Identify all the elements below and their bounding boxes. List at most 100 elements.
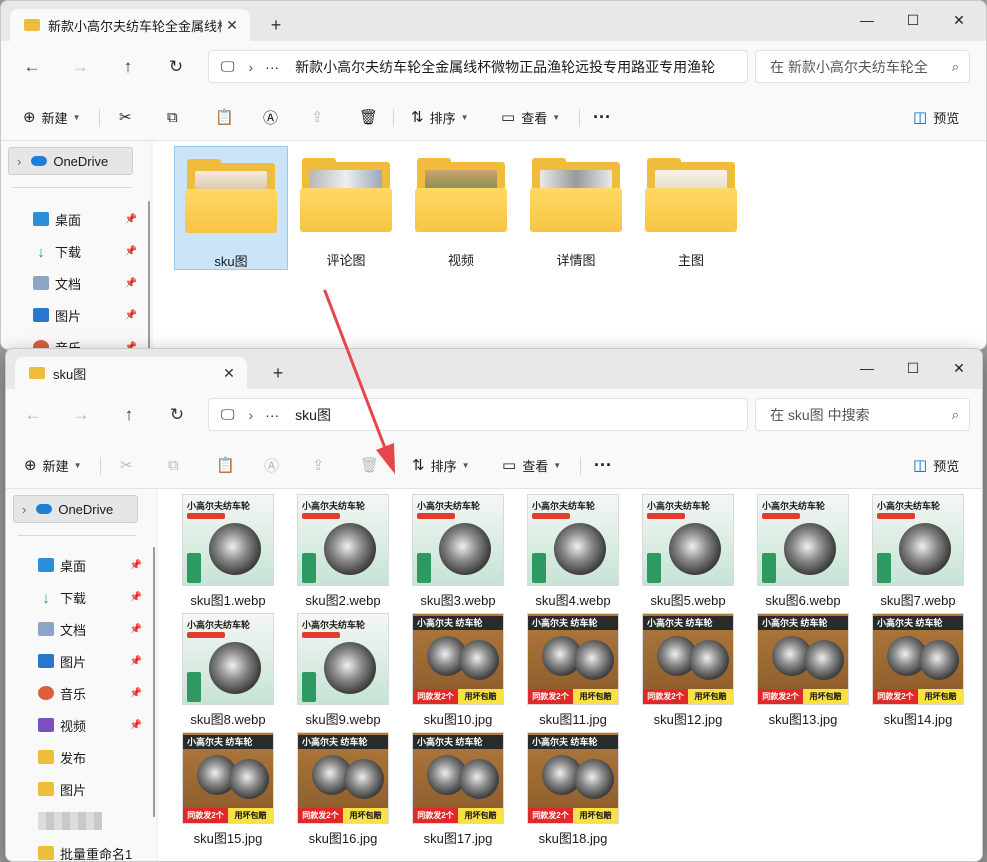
close-tab-icon[interactable]: ✕ <box>219 365 239 382</box>
sidebar-item-videos[interactable]: 视频 📌 <box>38 712 148 738</box>
back-button[interactable]: ← <box>19 55 45 79</box>
address-bar[interactable]: 🖵 › ··· sku图 <box>208 398 748 431</box>
sidebar-item-downloads[interactable]: ↓ 下载 📌 <box>33 238 143 264</box>
forward-button[interactable]: → <box>68 403 94 427</box>
new-tab-button[interactable]: + <box>268 363 288 384</box>
tab-bar: 新款小高尔夫纺车轮全金属线杯 ✕ + — ☐ ✕ <box>1 1 986 41</box>
sidebar-item-desktop[interactable]: 桌面 📌 <box>38 552 148 578</box>
promo-left: 同款发2个 <box>413 689 458 704</box>
file-item[interactable]: 小高尔夫纺车轮 sku图5.webp <box>633 494 743 609</box>
sidebar-item-pictures[interactable]: 图片 📌 <box>33 302 143 328</box>
new-tab-button[interactable]: + <box>266 15 286 36</box>
file-name: sku图16.jpg <box>308 831 378 846</box>
promo-right: 用坏包赔 <box>458 808 503 823</box>
video-icon <box>38 718 54 732</box>
minimize-button[interactable]: — <box>844 9 890 33</box>
paste-button[interactable]: 📋 <box>216 453 241 477</box>
sidebar-item-pictures-folder[interactable]: 图片 <box>38 776 148 802</box>
file-item[interactable]: 小高尔夫 纺车轮 同款发2个 用坏包赔 sku图15.jpg <box>173 732 283 847</box>
file-item[interactable]: 小高尔夫纺车轮 sku图3.webp <box>403 494 513 609</box>
maximize-button[interactable]: ☐ <box>890 357 936 381</box>
close-window-button[interactable]: ✕ <box>936 357 982 381</box>
new-button[interactable]: ⊕ 新建 ▼ <box>23 105 81 129</box>
file-item[interactable]: 小高尔夫 纺车轮 同款发2个 用坏包赔 sku图12.jpg <box>633 613 743 728</box>
file-item[interactable]: 小高尔夫纺车轮 sku图2.webp <box>288 494 398 609</box>
delete-button[interactable]: 🗑 <box>360 453 385 477</box>
share-button[interactable]: ⇪ <box>312 453 331 477</box>
cut-button[interactable]: ✂ <box>120 453 139 477</box>
file-item[interactable]: 小高尔夫纺车轮 sku图6.webp <box>748 494 858 609</box>
file-item[interactable]: 小高尔夫纺车轮 sku图9.webp <box>288 613 398 728</box>
search-box[interactable]: 在 新款小高尔夫纺车轮全 ⌕ <box>755 50 970 83</box>
new-button[interactable]: ⊕ 新建 ▼ <box>24 453 82 477</box>
more-options-button[interactable]: ··· <box>593 105 611 129</box>
up-button[interactable]: ↑ <box>115 55 141 79</box>
folder-icon <box>185 159 277 233</box>
sidebar-item-publish[interactable]: 发布 <box>38 744 148 770</box>
more-path-icon[interactable]: ··· <box>265 59 279 75</box>
more-path-icon[interactable]: ··· <box>265 407 279 423</box>
refresh-button[interactable]: ↻ <box>164 403 190 427</box>
file-item[interactable]: 小高尔夫纺车轮 sku图1.webp <box>173 494 283 609</box>
file-item[interactable]: 小高尔夫 纺车轮 同款发2个 用坏包赔 sku图16.jpg <box>288 732 398 847</box>
refresh-button[interactable]: ↻ <box>163 55 189 79</box>
rename-button[interactable]: Ⓐ <box>264 453 285 477</box>
file-item[interactable]: 小高尔夫纺车轮 sku图4.webp <box>518 494 628 609</box>
sidebar-item-pictures[interactable]: 图片 📌 <box>38 648 148 674</box>
more-options-button[interactable]: ··· <box>594 453 612 477</box>
file-item[interactable]: 小高尔夫 纺车轮 同款发2个 用坏包赔 sku图18.jpg <box>518 732 628 847</box>
file-item[interactable]: 小高尔夫 纺车轮 同款发2个 用坏包赔 sku图11.jpg <box>518 613 628 728</box>
badge <box>187 513 225 519</box>
up-button[interactable]: ↑ <box>116 403 142 427</box>
delete-button[interactable]: 🗑 <box>359 105 384 129</box>
minimize-button[interactable]: — <box>844 357 890 381</box>
folder-item[interactable]: 详情图 <box>519 146 633 270</box>
file-item[interactable]: 小高尔夫纺车轮 sku图7.webp <box>863 494 973 609</box>
sidebar-item-batch-rename[interactable]: 批量重命名1 <box>38 840 148 861</box>
file-item[interactable]: 小高尔夫 纺车轮 同款发2个 用坏包赔 sku图13.jpg <box>748 613 858 728</box>
file-item[interactable]: 小高尔夫纺车轮 sku图8.webp <box>173 613 283 728</box>
folder-icon <box>645 158 737 232</box>
sidebar-item-onedrive[interactable]: › OneDrive <box>8 147 133 175</box>
sidebar-item-downloads[interactable]: ↓ 下载 📌 <box>38 584 148 610</box>
cut-button[interactable]: ✂ <box>119 105 138 129</box>
folder-item[interactable]: 主图 <box>634 146 748 270</box>
view-button[interactable]: ▭ 查看 ▼ <box>501 105 560 129</box>
paste-button[interactable]: 📋 <box>215 105 240 129</box>
copy-button[interactable]: ⧉ <box>168 453 185 477</box>
copy-button[interactable]: ⧉ <box>167 105 184 129</box>
sidebar-item-documents[interactable]: 文档 📌 <box>38 616 148 642</box>
file-item[interactable]: 小高尔夫 纺车轮 同款发2个 用坏包赔 sku图14.jpg <box>863 613 973 728</box>
sidebar-item-desktop[interactable]: 桌面 📌 <box>33 206 143 232</box>
file-item[interactable]: 小高尔夫 纺车轮 同款发2个 用坏包赔 sku图10.jpg <box>403 613 513 728</box>
forward-button[interactable]: → <box>67 55 93 79</box>
tag-badge <box>302 672 316 702</box>
folder-item[interactable]: 视频 <box>404 146 518 270</box>
sort-button[interactable]: ⇅ 排序 ▼ <box>411 105 469 129</box>
file-name: sku图6.webp <box>765 593 841 608</box>
close-tab-icon[interactable]: ✕ <box>222 17 242 34</box>
preview-button[interactable]: ◫ 预览 <box>913 453 959 477</box>
folder-item[interactable]: sku图 <box>174 146 288 270</box>
preview-button[interactable]: ◫ 预览 <box>913 105 959 129</box>
share-button[interactable]: ⇪ <box>311 105 330 129</box>
tab-sku-folder[interactable]: sku图 ✕ <box>15 357 247 389</box>
folder-item[interactable]: 评论图 <box>289 146 403 270</box>
sidebar-item-music[interactable]: 音乐 📌 <box>38 680 148 706</box>
pin-icon: 📌 <box>129 719 142 731</box>
file-item[interactable]: 小高尔夫 纺车轮 同款发2个 用坏包赔 sku图17.jpg <box>403 732 513 847</box>
sidebar-item-documents[interactable]: 文档 📌 <box>33 270 143 296</box>
view-button[interactable]: ▭ 查看 ▼ <box>502 453 561 477</box>
tab-parent-folder[interactable]: 新款小高尔夫纺车轮全金属线杯 ✕ <box>10 9 250 41</box>
maximize-button[interactable]: ☐ <box>890 9 936 33</box>
sidebar-scrollbar[interactable] <box>148 201 150 349</box>
rename-button[interactable]: Ⓐ <box>263 105 284 129</box>
search-box[interactable]: 在 sku图 中搜索 ⌕ <box>755 398 970 431</box>
sidebar-item-onedrive[interactable]: › OneDrive <box>13 495 138 523</box>
back-button[interactable]: ← <box>20 403 46 427</box>
sidebar-scrollbar[interactable] <box>153 547 155 817</box>
close-window-button[interactable]: ✕ <box>936 9 982 33</box>
sidebar-item-blurred[interactable] <box>38 808 148 834</box>
sort-button[interactable]: ⇅ 排序 ▼ <box>412 453 470 477</box>
address-bar[interactable]: 🖵 › ··· 新款小高尔夫纺车轮全金属线杯微物正品渔轮远投专用路亚专用渔轮 <box>208 50 748 83</box>
